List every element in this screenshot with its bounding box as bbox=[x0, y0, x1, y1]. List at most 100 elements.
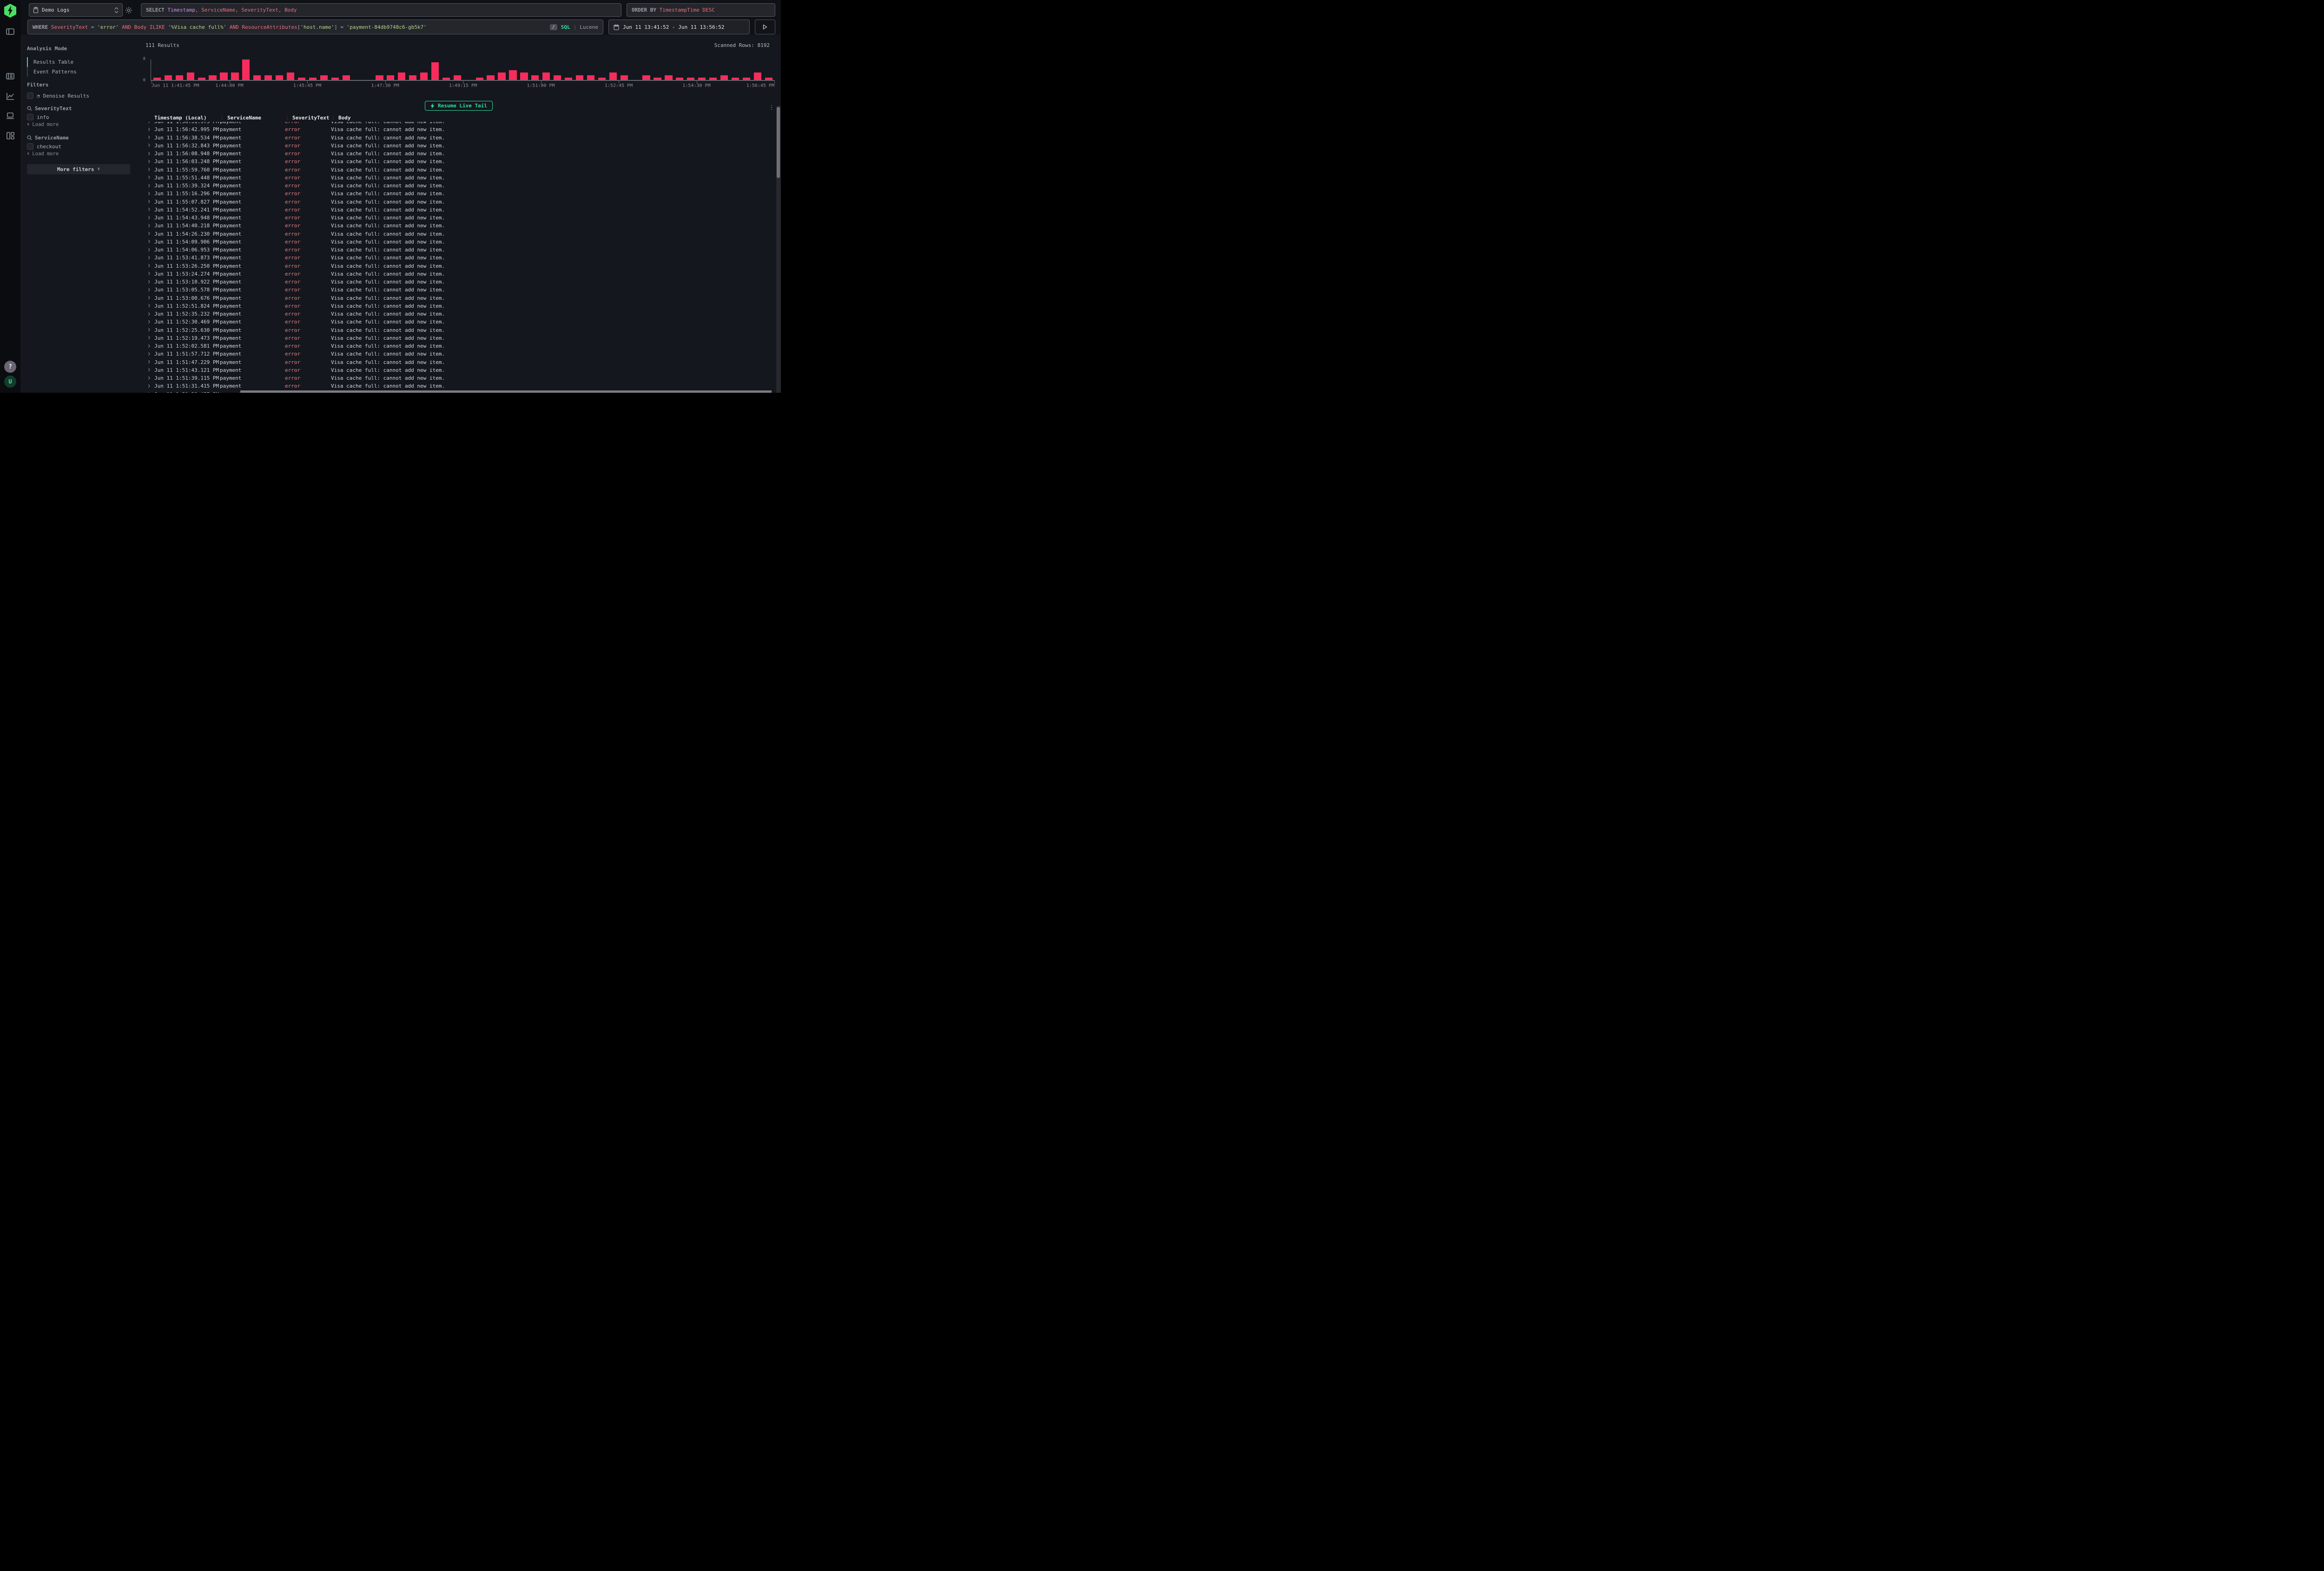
row-expand-chevron-icon[interactable]: ❯ bbox=[148, 248, 154, 252]
checkout-checkbox[interactable] bbox=[27, 143, 33, 150]
table-row[interactable]: ❯Jun 11 1:55:39.324 PMpaymenterrorVisa c… bbox=[137, 182, 776, 190]
row-expand-chevron-icon[interactable]: ❯ bbox=[148, 360, 154, 364]
sessions-icon[interactable] bbox=[5, 111, 15, 121]
column-header-body[interactable]: ⋮ Body bbox=[331, 115, 776, 121]
table-row[interactable]: ❯Jun 11 1:56:03.248 PMpaymenterrorVisa c… bbox=[137, 158, 776, 165]
chart-explorer-icon[interactable] bbox=[5, 91, 15, 101]
table-row[interactable]: ❯Jun 11 1:54:43.948 PMpaymenterrorVisa c… bbox=[137, 214, 776, 222]
table-row[interactable]: ❯Jun 11 1:51:43.121 PMpaymenterrorVisa c… bbox=[137, 366, 776, 374]
row-expand-chevron-icon[interactable]: ❯ bbox=[148, 264, 154, 268]
table-options-kebab-icon[interactable]: ⋮ bbox=[769, 105, 774, 110]
info-checkbox[interactable] bbox=[27, 114, 33, 120]
run-query-button[interactable] bbox=[755, 20, 775, 34]
table-row[interactable]: ❯Jun 11 1:51:57.712 PMpaymenterrorVisa c… bbox=[137, 350, 776, 358]
select-clause-input[interactable]: SELECT Timestamp, ServiceName, SeverityT… bbox=[141, 3, 621, 17]
table-row[interactable]: ❯Jun 11 1:54:06.953 PMpaymenterrorVisa c… bbox=[137, 246, 776, 254]
source-select[interactable]: Demo Logs bbox=[29, 3, 123, 17]
table-row[interactable]: ❯Jun 11 1:53:00.676 PMpaymenterrorVisa c… bbox=[137, 294, 776, 302]
denoise-checkbox[interactable] bbox=[27, 92, 33, 99]
orderby-clause-input[interactable]: ORDER BY TimestampTime DESC bbox=[627, 3, 775, 17]
row-expand-chevron-icon[interactable]: ❯ bbox=[148, 336, 154, 340]
row-expand-chevron-icon[interactable]: ❯ bbox=[148, 184, 154, 188]
row-expand-chevron-icon[interactable]: ❯ bbox=[148, 143, 154, 148]
tab-results-table[interactable]: Results Table bbox=[27, 57, 126, 67]
row-expand-chevron-icon[interactable]: ❯ bbox=[148, 122, 154, 124]
tab-event-patterns[interactable]: Event Patterns bbox=[27, 67, 126, 77]
row-expand-chevron-icon[interactable]: ❯ bbox=[148, 135, 154, 140]
row-expand-chevron-icon[interactable]: ❯ bbox=[148, 224, 154, 228]
help-button[interactable]: ? bbox=[4, 361, 16, 373]
table-row[interactable]: ❯Jun 11 1:54:40.218 PMpaymenterrorVisa c… bbox=[137, 222, 776, 230]
table-row[interactable]: ❯Jun 11 1:51:31.415 PMpaymenterrorVisa c… bbox=[137, 382, 776, 390]
table-row[interactable]: ❯Jun 11 1:55:07.827 PMpaymenterrorVisa c… bbox=[137, 198, 776, 206]
table-row[interactable]: ❯Jun 11 1:52:19.473 PMpaymenterrorVisa c… bbox=[137, 334, 776, 342]
column-drag-handle-icon[interactable]: ⋮ bbox=[331, 115, 336, 120]
search-icon[interactable] bbox=[27, 135, 32, 140]
row-expand-chevron-icon[interactable]: ❯ bbox=[148, 256, 154, 260]
table-row[interactable]: ❯Jun 11 1:55:51.448 PMpaymenterrorVisa c… bbox=[137, 174, 776, 182]
table-row[interactable]: ❯Jun 11 1:56:51.975 PMpaymenterrorVisa c… bbox=[137, 122, 776, 125]
results-histogram[interactable]: 8 0 Jun 11 1:41:45 PM1:44:00 PM1:45:45 P… bbox=[147, 58, 774, 80]
row-expand-chevron-icon[interactable]: ❯ bbox=[148, 167, 154, 172]
table-row[interactable]: ❯Jun 11 1:53:10.922 PMpaymenterrorVisa c… bbox=[137, 278, 776, 286]
load-more-servicename[interactable]: ∨ Load more bbox=[27, 151, 59, 157]
row-expand-chevron-icon[interactable]: ❯ bbox=[148, 191, 154, 196]
row-expand-chevron-icon[interactable]: ❯ bbox=[148, 368, 154, 372]
table-row[interactable]: ❯Jun 11 1:55:16.296 PMpaymenterrorVisa c… bbox=[137, 190, 776, 198]
table-row[interactable]: ❯Jun 11 1:54:52.241 PMpaymenterrorVisa c… bbox=[137, 206, 776, 214]
collapse-sidebar-icon[interactable] bbox=[5, 26, 15, 37]
column-drag-handle-icon[interactable]: ⋮ bbox=[285, 115, 290, 120]
row-expand-chevron-icon[interactable]: ❯ bbox=[148, 320, 154, 324]
row-expand-chevron-icon[interactable]: ❯ bbox=[148, 312, 154, 317]
search-icon[interactable] bbox=[27, 106, 32, 111]
column-header-servicename[interactable]: ⋮ ServiceName bbox=[220, 115, 285, 121]
table-row[interactable]: ❯Jun 11 1:56:42.995 PMpaymenterrorVisa c… bbox=[137, 125, 776, 133]
source-settings-gear-icon[interactable] bbox=[125, 6, 133, 14]
row-expand-chevron-icon[interactable]: ❯ bbox=[148, 392, 154, 393]
table-row[interactable]: ❯Jun 11 1:53:24.274 PMpaymenterrorVisa c… bbox=[137, 270, 776, 278]
resume-live-tail-button[interactable]: Resume Live Tail bbox=[425, 101, 493, 111]
row-expand-chevron-icon[interactable]: ❯ bbox=[148, 207, 154, 212]
row-expand-chevron-icon[interactable]: ❯ bbox=[148, 175, 154, 180]
row-expand-chevron-icon[interactable]: ❯ bbox=[148, 344, 154, 349]
table-row[interactable]: ❯Jun 11 1:53:26.250 PMpaymenterrorVisa c… bbox=[137, 262, 776, 270]
language-sql-toggle[interactable]: SQL bbox=[561, 24, 570, 30]
column-header-severitytext[interactable]: ⋮ SeverityText bbox=[285, 115, 331, 121]
table-row[interactable]: ❯Jun 11 1:54:09.906 PMpaymenterrorVisa c… bbox=[137, 238, 776, 246]
row-expand-chevron-icon[interactable]: ❯ bbox=[148, 280, 154, 284]
table-row[interactable]: ❯Jun 11 1:52:02.581 PMpaymenterrorVisa c… bbox=[137, 342, 776, 350]
column-header-timestamp[interactable]: Timestamp (Local) bbox=[154, 115, 220, 121]
where-clause-input[interactable]: WHERE SeverityText = 'error' AND Body IL… bbox=[27, 20, 603, 34]
table-row[interactable]: ❯Jun 11 1:53:05.578 PMpaymenterrorVisa c… bbox=[137, 286, 776, 294]
vertical-scrollbar[interactable] bbox=[776, 106, 781, 393]
row-expand-chevron-icon[interactable]: ❯ bbox=[148, 199, 154, 204]
language-lucene-toggle[interactable]: Lucene bbox=[580, 24, 598, 30]
filter-value-info[interactable]: info bbox=[27, 114, 49, 120]
table-row[interactable]: ❯Jun 11 1:52:25.630 PMpaymenterrorVisa c… bbox=[137, 326, 776, 334]
table-row[interactable]: ❯Jun 11 1:51:39.115 PMpaymenterrorVisa c… bbox=[137, 374, 776, 382]
row-expand-chevron-icon[interactable]: ❯ bbox=[148, 159, 154, 164]
table-row[interactable]: ❯Jun 11 1:56:38.534 PMpaymenterrorVisa c… bbox=[137, 134, 776, 142]
filter-value-checkout[interactable]: checkout bbox=[27, 143, 61, 150]
row-expand-chevron-icon[interactable]: ❯ bbox=[148, 288, 154, 292]
row-expand-chevron-icon[interactable]: ❯ bbox=[148, 328, 154, 332]
row-expand-chevron-icon[interactable]: ❯ bbox=[148, 352, 154, 356]
table-row[interactable]: ❯Jun 11 1:53:41.873 PMpaymenterrorVisa c… bbox=[137, 254, 776, 262]
row-expand-chevron-icon[interactable]: ❯ bbox=[148, 127, 154, 132]
row-expand-chevron-icon[interactable]: ❯ bbox=[148, 384, 154, 389]
horizontal-scrollbar-thumb[interactable] bbox=[240, 390, 772, 393]
row-expand-chevron-icon[interactable]: ❯ bbox=[148, 152, 154, 156]
row-expand-chevron-icon[interactable]: ❯ bbox=[148, 239, 154, 244]
table-row[interactable]: ❯Jun 11 1:52:51.824 PMpaymenterrorVisa c… bbox=[137, 302, 776, 310]
hyperdx-logo-icon[interactable] bbox=[4, 4, 17, 18]
table-row[interactable]: ❯Jun 11 1:52:35.232 PMpaymenterrorVisa c… bbox=[137, 310, 776, 318]
row-expand-chevron-icon[interactable]: ❯ bbox=[148, 216, 154, 220]
row-expand-chevron-icon[interactable]: ❯ bbox=[148, 304, 154, 308]
row-expand-chevron-icon[interactable]: ❯ bbox=[148, 296, 154, 300]
search-logs-icon[interactable] bbox=[5, 71, 15, 81]
table-row[interactable]: ❯Jun 11 1:52:30.469 PMpaymenterrorVisa c… bbox=[137, 318, 776, 326]
vertical-scrollbar-thumb[interactable] bbox=[777, 107, 780, 178]
dashboards-icon[interactable] bbox=[5, 131, 15, 141]
table-row[interactable]: ❯Jun 11 1:55:59.760 PMpaymenterrorVisa c… bbox=[137, 166, 776, 174]
table-row[interactable]: ❯Jun 11 1:54:26.230 PMpaymenterrorVisa c… bbox=[137, 230, 776, 238]
